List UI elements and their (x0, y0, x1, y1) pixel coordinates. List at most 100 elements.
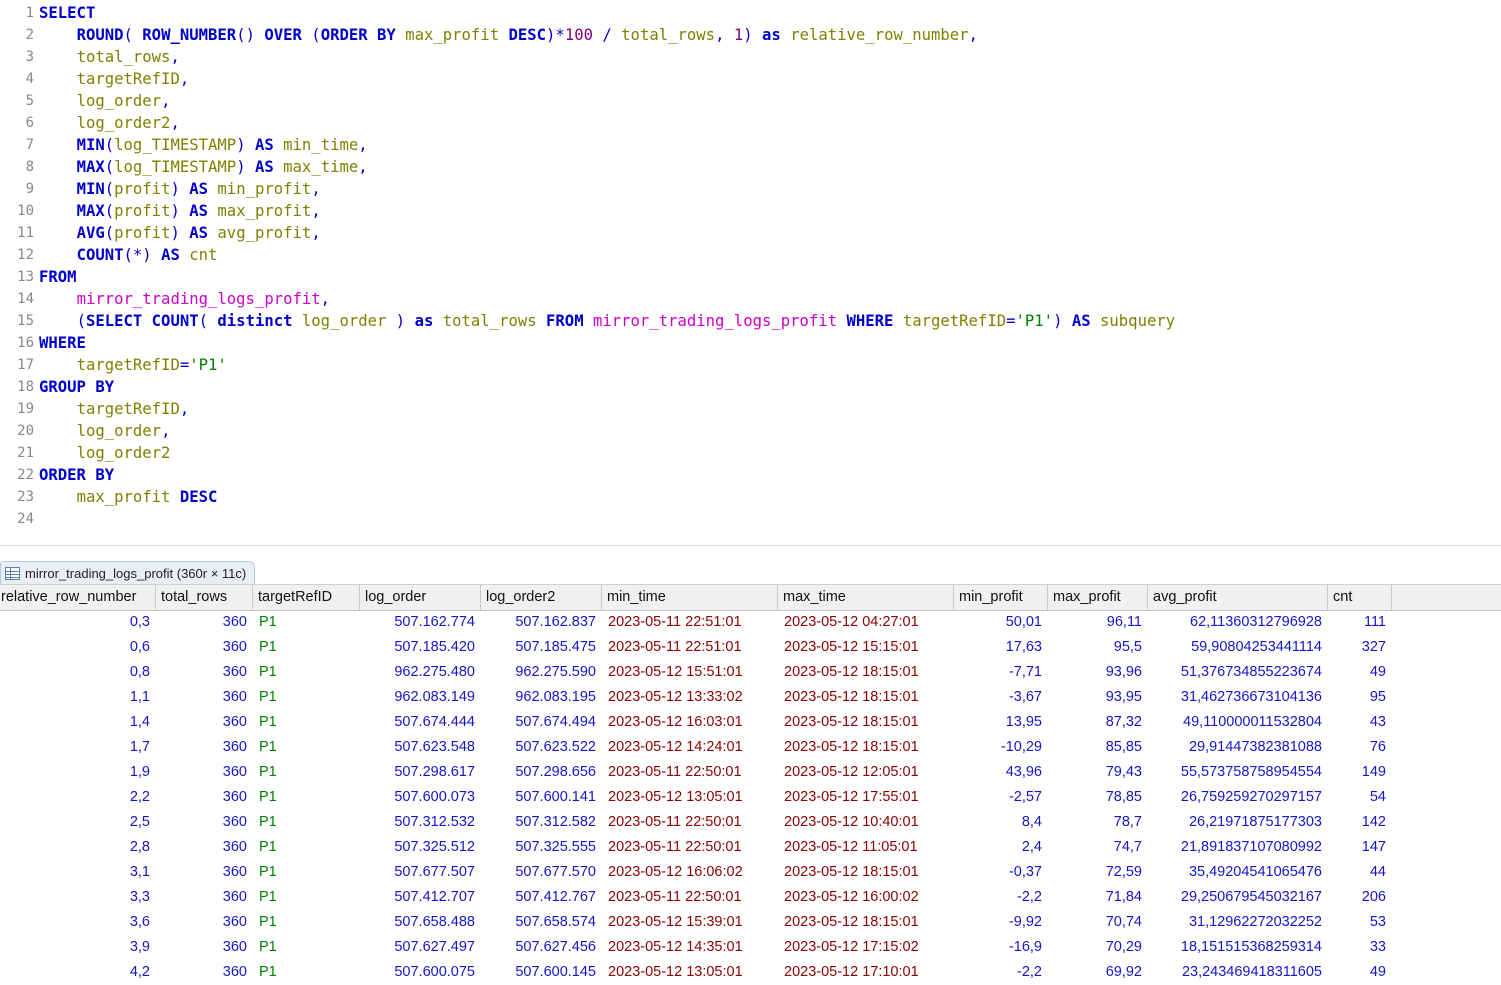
cell-cnt[interactable]: 95 (1328, 685, 1392, 710)
cell-avg-profit[interactable]: 29,250679545032167 (1148, 885, 1328, 910)
cell-cnt[interactable]: 149 (1328, 760, 1392, 785)
cell-max-time[interactable]: 2023-05-12 16:00:02 (778, 885, 954, 910)
cell-relative-row-number[interactable]: 1,4 (0, 710, 156, 735)
cell-max-profit[interactable]: 71,84 (1048, 885, 1148, 910)
cell-total-rows[interactable]: 360 (156, 735, 253, 760)
cell-log-order2[interactable]: 507.600.141 (481, 785, 602, 810)
cell-min-time[interactable]: 2023-05-11 22:50:01 (602, 810, 778, 835)
cell-cnt[interactable]: 76 (1328, 735, 1392, 760)
cell-avg-profit[interactable]: 21,891837107080992 (1148, 835, 1328, 860)
cell-log-order[interactable]: 962.083.149 (360, 685, 481, 710)
cell-relative-row-number[interactable]: 3,6 (0, 910, 156, 935)
cell-cnt[interactable]: 327 (1328, 635, 1392, 660)
cell-min-time[interactable]: 2023-05-12 13:05:01 (602, 960, 778, 985)
cell-cnt[interactable]: 142 (1328, 810, 1392, 835)
cell-min-time[interactable]: 2023-05-12 14:35:01 (602, 935, 778, 960)
cell-min-profit[interactable]: -2,2 (954, 960, 1048, 985)
table-row[interactable]: 0,3 360 P1 507.162.774 507.162.837 2023-05-11… (0, 610, 1501, 635)
cell-log-order[interactable]: 507.312.532 (360, 810, 481, 835)
cell-min-time[interactable]: 2023-05-11 22:50:01 (602, 885, 778, 910)
cell-relative-row-number[interactable]: 2,5 (0, 810, 156, 835)
cell-log-order2[interactable]: 507.312.582 (481, 810, 602, 835)
cell-cnt[interactable]: 54 (1328, 785, 1392, 810)
cell-min-time[interactable]: 2023-05-11 22:50:01 (602, 760, 778, 785)
code-line[interactable]: 2 ROUND( ROW_NUMBER() OVER (ORDER BY max… (0, 24, 1501, 46)
cell-relative-row-number[interactable]: 4,2 (0, 960, 156, 985)
cell-cnt[interactable]: 147 (1328, 835, 1392, 860)
cell-min-time[interactable]: 2023-05-12 13:33:02 (602, 685, 778, 710)
cell-relative-row-number[interactable]: 1,1 (0, 685, 156, 710)
column-header-log-order2[interactable]: log_order2 (481, 585, 602, 610)
cell-relative-row-number[interactable]: 0,3 (0, 610, 156, 635)
cell-min-profit[interactable]: 8,4 (954, 810, 1048, 835)
table-row[interactable]: 0,8 360 P1 962.275.480 962.275.590 2023-05-12… (0, 660, 1501, 685)
cell-targetRefID[interactable]: P1 (253, 610, 360, 635)
code-line[interactable]: 17 targetRefID='P1' (0, 354, 1501, 376)
cell-log-order[interactable]: 507.623.548 (360, 735, 481, 760)
cell-avg-profit[interactable]: 35,49204541065476 (1148, 860, 1328, 885)
cell-min-profit[interactable]: -10,29 (954, 735, 1048, 760)
cell-min-profit[interactable]: 50,01 (954, 610, 1048, 635)
code-line[interactable]: 24 (0, 508, 1501, 530)
cell-avg-profit[interactable]: 55,573758758954554 (1148, 760, 1328, 785)
cell-max-profit[interactable]: 79,43 (1048, 760, 1148, 785)
cell-total-rows[interactable]: 360 (156, 910, 253, 935)
cell-log-order2[interactable]: 507.325.555 (481, 835, 602, 860)
cell-total-rows[interactable]: 360 (156, 860, 253, 885)
cell-cnt[interactable]: 44 (1328, 860, 1392, 885)
cell-targetRefID[interactable]: P1 (253, 935, 360, 960)
cell-cnt[interactable]: 111 (1328, 610, 1392, 635)
cell-avg-profit[interactable]: 29,91447382381088 (1148, 735, 1328, 760)
cell-log-order[interactable]: 507.600.075 (360, 960, 481, 985)
column-header-min-time[interactable]: min_time (602, 585, 778, 610)
cell-max-time[interactable]: 2023-05-12 18:15:01 (778, 660, 954, 685)
cell-max-time[interactable]: 2023-05-12 15:15:01 (778, 635, 954, 660)
cell-max-profit[interactable]: 93,95 (1048, 685, 1148, 710)
cell-max-time[interactable]: 2023-05-12 17:15:02 (778, 935, 954, 960)
cell-relative-row-number[interactable]: 1,9 (0, 760, 156, 785)
cell-log-order[interactable]: 507.412.707 (360, 885, 481, 910)
cell-log-order[interactable]: 962.275.480 (360, 660, 481, 685)
cell-avg-profit[interactable]: 31,12962272032252 (1148, 910, 1328, 935)
cell-max-profit[interactable]: 95,5 (1048, 635, 1148, 660)
code-line[interactable]: 22 ORDER BY (0, 464, 1501, 486)
cell-max-time[interactable]: 2023-05-12 17:10:01 (778, 960, 954, 985)
cell-cnt[interactable]: 49 (1328, 960, 1392, 985)
column-header-cnt[interactable]: cnt (1328, 585, 1392, 610)
cell-targetRefID[interactable]: P1 (253, 760, 360, 785)
code-line[interactable]: 12 COUNT(*) AS cnt (0, 244, 1501, 266)
cell-max-profit[interactable]: 72,59 (1048, 860, 1148, 885)
cell-max-time[interactable]: 2023-05-12 18:15:01 (778, 685, 954, 710)
cell-log-order2[interactable]: 507.600.145 (481, 960, 602, 985)
cell-max-time[interactable]: 2023-05-12 18:15:01 (778, 860, 954, 885)
cell-total-rows[interactable]: 360 (156, 885, 253, 910)
cell-total-rows[interactable]: 360 (156, 835, 253, 860)
cell-avg-profit[interactable]: 18,151515368259314 (1148, 935, 1328, 960)
code-line[interactable]: 14 mirror_trading_logs_profit, (0, 288, 1501, 310)
cell-log-order[interactable]: 507.162.774 (360, 610, 481, 635)
cell-min-profit[interactable]: 2,4 (954, 835, 1048, 860)
cell-targetRefID[interactable]: P1 (253, 785, 360, 810)
code-line[interactable]: 20 log_order, (0, 420, 1501, 442)
cell-log-order2[interactable]: 507.162.837 (481, 610, 602, 635)
cell-max-profit[interactable]: 78,85 (1048, 785, 1148, 810)
cell-log-order[interactable]: 507.325.512 (360, 835, 481, 860)
cell-cnt[interactable]: 53 (1328, 910, 1392, 935)
code-line[interactable]: 7 MIN(log_TIMESTAMP) AS min_time, (0, 134, 1501, 156)
cell-max-time[interactable]: 2023-05-12 18:15:01 (778, 910, 954, 935)
code-line[interactable]: 1 SELECT (0, 2, 1501, 24)
cell-log-order2[interactable]: 507.298.656 (481, 760, 602, 785)
column-header-total-rows[interactable]: total_rows (156, 585, 253, 610)
cell-targetRefID[interactable]: P1 (253, 735, 360, 760)
code-line[interactable]: 23 max_profit DESC (0, 486, 1501, 508)
cell-total-rows[interactable]: 360 (156, 710, 253, 735)
cell-targetRefID[interactable]: P1 (253, 835, 360, 860)
cell-min-time[interactable]: 2023-05-12 15:51:01 (602, 660, 778, 685)
cell-max-time[interactable]: 2023-05-12 17:55:01 (778, 785, 954, 810)
result-tab[interactable]: mirror_trading_logs_profit (360r × 11c) (0, 561, 256, 584)
code-line[interactable]: 9 MIN(profit) AS min_profit, (0, 178, 1501, 200)
code-line[interactable]: 6 log_order2, (0, 112, 1501, 134)
cell-max-profit[interactable]: 74,7 (1048, 835, 1148, 860)
cell-cnt[interactable]: 49 (1328, 660, 1392, 685)
table-row[interactable]: 3,1 360 P1 507.677.507 507.677.570 2023-05-12… (0, 860, 1501, 885)
